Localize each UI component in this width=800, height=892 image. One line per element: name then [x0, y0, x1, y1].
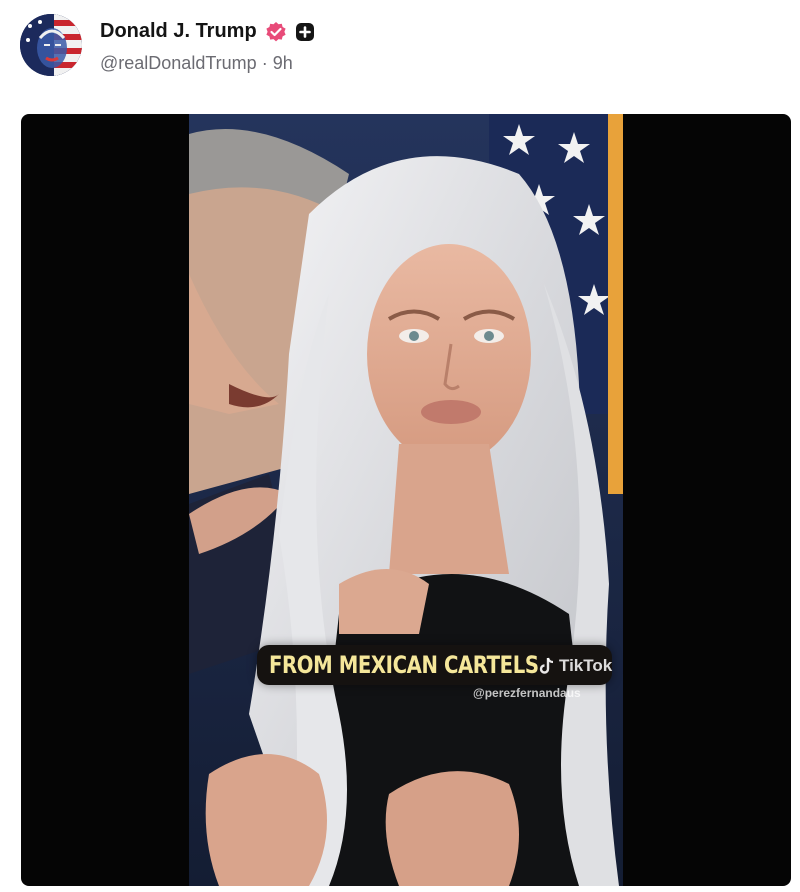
author-meta: @realDonaldTrump · 9h: [100, 52, 293, 74]
avatar-portrait-graphic: [20, 14, 82, 76]
tiktok-logo-icon: [539, 657, 554, 674]
post-media-video[interactable]: FROM MEXICAN CARTELS TikTok @perezfernan…: [21, 114, 791, 886]
post-header: Donald J. Trump @realDonaldTrump · 9h: [20, 14, 780, 78]
tiktok-watermark: TikTok: [539, 656, 612, 676]
tiktok-creator-handle: @perezfernandaus: [473, 686, 581, 700]
meta-separator: ·: [261, 52, 268, 73]
author-name[interactable]: Donald J. Trump: [100, 20, 257, 43]
video-frame[interactable]: FROM MEXICAN CARTELS TikTok @perezfernan…: [189, 114, 623, 886]
verified-badge-icon: [265, 21, 287, 43]
video-still-graphic: [189, 114, 623, 886]
video-caption-text: FROM MEXICAN CARTELS: [269, 651, 539, 679]
author-handle[interactable]: @realDonaldTrump: [100, 53, 257, 73]
tiktok-brand-text: TikTok: [559, 656, 613, 675]
plus-badge-icon: [295, 22, 315, 42]
author-name-row: Donald J. Trump: [100, 20, 315, 43]
author-avatar[interactable]: [20, 14, 82, 76]
post-time[interactable]: 9h: [273, 53, 293, 73]
